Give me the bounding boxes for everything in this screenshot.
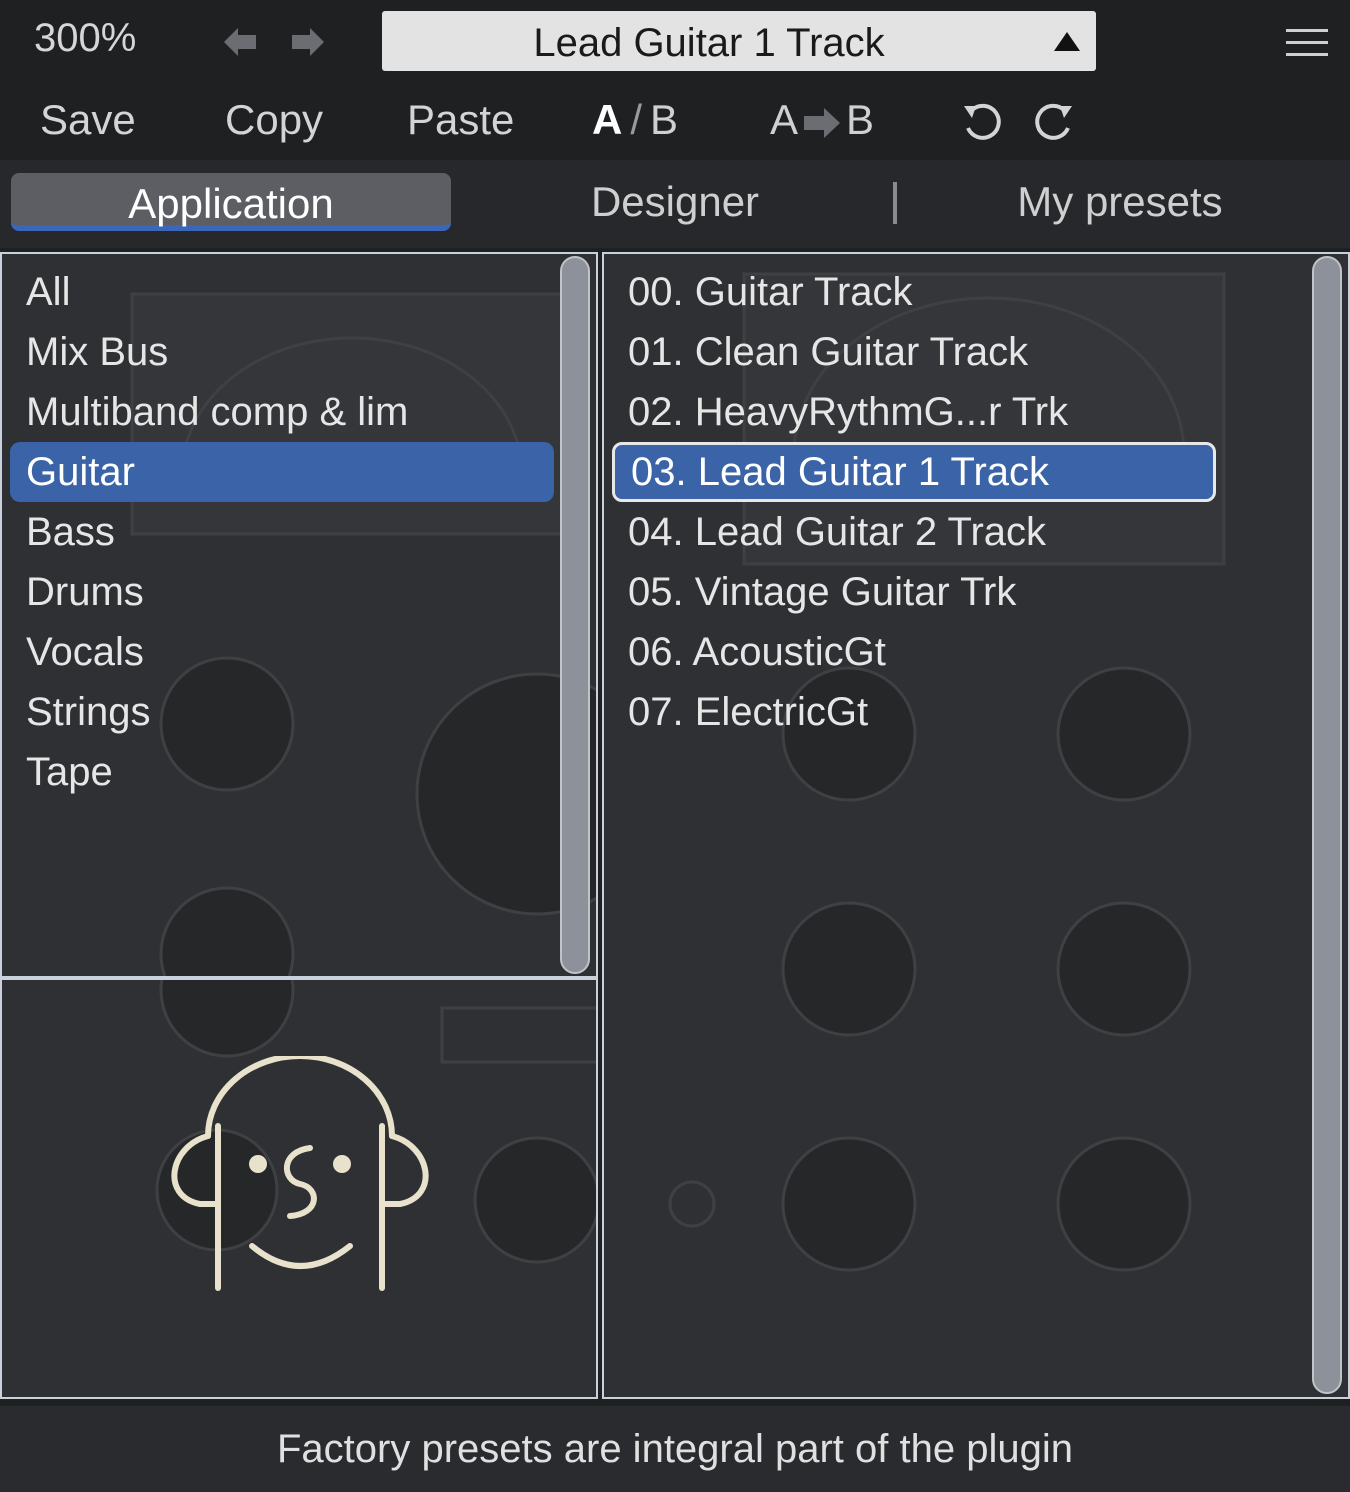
preset-scrollbar[interactable] (1312, 256, 1342, 1394)
category-item-strings[interactable]: Strings (10, 682, 554, 742)
hamburger-menu-icon[interactable] (1284, 26, 1330, 60)
tab-divider (893, 182, 897, 224)
preset-item-selected[interactable]: 03. Lead Guitar 1 Track (612, 442, 1216, 502)
category-scrollbar[interactable] (560, 256, 590, 974)
category-item-tape[interactable]: Tape (10, 742, 554, 802)
ab-slash: / (630, 96, 643, 143)
category-item-bass[interactable]: Bass (10, 502, 554, 562)
ab-a-label: A (592, 96, 623, 143)
toolbar: Save Copy Paste A / B AB (0, 84, 1350, 160)
category-item-drums[interactable]: Drums (10, 562, 554, 622)
ab-b-label: B (650, 96, 679, 143)
category-item-mix-bus[interactable]: Mix Bus (10, 322, 554, 382)
top-bar: 300% Lead Guitar 1 Track (0, 0, 1350, 84)
redo-icon[interactable] (1028, 98, 1078, 148)
copy-b-label: B (846, 96, 875, 143)
preset-list: 00. Guitar Track 01. Clean Guitar Track … (612, 262, 1216, 742)
undo-icon[interactable] (958, 98, 1008, 148)
preset-item[interactable]: 01. Clean Guitar Track (612, 322, 1216, 382)
tab-my-presets[interactable]: My presets (960, 173, 1280, 231)
preset-item[interactable]: 02. HeavyRythmG...r Trk (612, 382, 1216, 442)
arrow-right-icon (804, 107, 841, 138)
preset-item[interactable]: 00. Guitar Track (612, 262, 1216, 322)
preset-name: Lead Guitar 1 Track (533, 21, 885, 65)
psp-logo-icon (171, 1056, 429, 1291)
copy-a-to-b-button[interactable]: AB (770, 96, 874, 144)
zoom-level[interactable]: 300% (34, 16, 136, 61)
preset-item[interactable]: 06. AcousticGt (612, 622, 1216, 682)
preset-item[interactable]: 05. Vintage Guitar Trk (612, 562, 1216, 622)
category-item-guitar[interactable]: Guitar (10, 442, 554, 502)
category-item-vocals[interactable]: Vocals (10, 622, 554, 682)
preset-selector[interactable]: Lead Guitar 1 Track (382, 11, 1096, 71)
copy-a-label: A (770, 96, 799, 143)
copy-button[interactable]: Copy (225, 96, 323, 144)
arrow-right-icon[interactable] (290, 24, 326, 60)
paste-button[interactable]: Paste (407, 96, 514, 144)
preset-item[interactable]: 04. Lead Guitar 2 Track (612, 502, 1216, 562)
caret-up-icon (1054, 32, 1080, 51)
tab-application[interactable]: Application (11, 173, 451, 231)
preset-item[interactable]: 07. ElectricGt (612, 682, 1216, 742)
status-bar: Factory presets are integral part of the… (0, 1406, 1350, 1492)
arrow-left-icon[interactable] (222, 24, 258, 60)
category-item-multiband[interactable]: Multiband comp & lim (10, 382, 554, 442)
category-item-all[interactable]: All (10, 262, 554, 322)
preset-tabs: Application Designer My presets (0, 160, 1350, 248)
category-list: All Mix Bus Multiband comp & lim Guitar … (10, 262, 554, 802)
save-button[interactable]: Save (40, 96, 136, 144)
ab-toggle-button[interactable]: A / B (592, 96, 678, 144)
tab-designer[interactable]: Designer (520, 173, 830, 231)
